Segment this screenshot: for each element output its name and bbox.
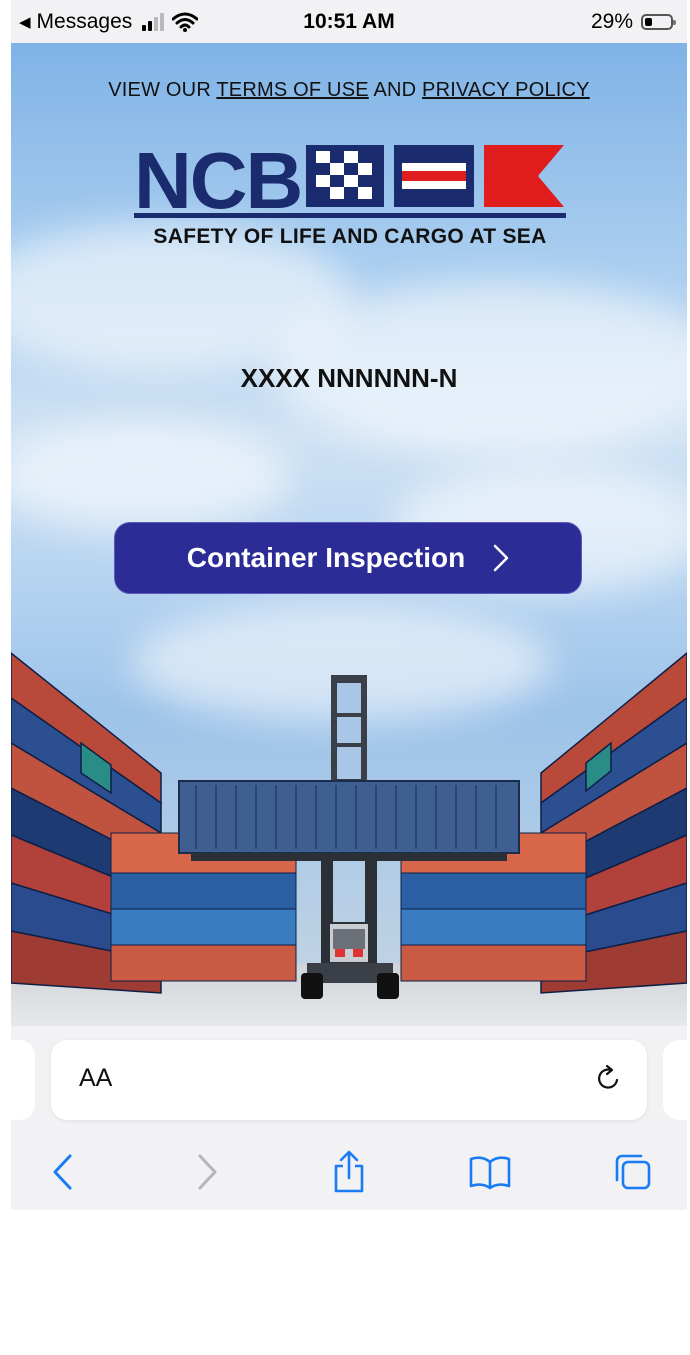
address-bar-area: AA: [11, 1026, 687, 1138]
forward-icon[interactable]: [183, 1148, 231, 1196]
status-bar: ◀ Messages 10:51 AM 29%: [11, 0, 687, 43]
tabs-icon[interactable]: [609, 1148, 657, 1196]
hero-background: VIEW OUR TERMS OF USE AND PRIVACY POLICY…: [11, 43, 687, 1026]
signal-flags-icon: [306, 145, 564, 207]
address-bar[interactable]: AA: [51, 1040, 647, 1120]
reload-icon[interactable]: [593, 1062, 625, 1094]
container-inspection-button[interactable]: Container Inspection: [114, 522, 582, 594]
battery-fill: [645, 18, 652, 26]
container-yard-image: [11, 652, 687, 1026]
share-icon[interactable]: [325, 1148, 373, 1196]
previous-tab-peek[interactable]: [11, 1040, 35, 1120]
cta-label: Container Inspection: [186, 542, 466, 573]
reader-button-label: AA: [79, 1064, 113, 1092]
back-icon[interactable]: [39, 1148, 87, 1196]
legal-prefix: VIEW OUR: [108, 79, 211, 101]
text-size-icon[interactable]: AA: [79, 1064, 112, 1093]
container-id: XXXX NNNNNN-N: [240, 363, 458, 393]
battery-icon: [641, 14, 676, 30]
browser-toolbar: [11, 1138, 687, 1210]
legal-and: AND: [373, 79, 417, 101]
ncb-logo: NCB SAFETY OF LIFE AND CARGO AT SEA: [134, 136, 566, 253]
battery-status: 29%: [590, 10, 676, 34]
phone-screen: ◀ Messages 10:51 AM 29% VIEW OUR TERMS O…: [11, 0, 687, 1210]
terms-of-use-link[interactable]: TERMS OF USE: [216, 79, 368, 101]
status-time: 10:51 AM: [303, 10, 395, 33]
bookmarks-icon[interactable]: [466, 1148, 514, 1196]
battery-percent: 29%: [590, 10, 633, 33]
logo-rule: [134, 213, 566, 218]
legal-notice: VIEW OUR TERMS OF USE AND PRIVACY POLICY: [11, 79, 687, 102]
privacy-policy-link[interactable]: PRIVACY POLICY: [422, 79, 590, 101]
logo-tagline: SAFETY OF LIFE AND CARGO AT SEA: [153, 225, 547, 248]
chevron-right-icon: [493, 544, 509, 572]
next-tab-peek[interactable]: [663, 1040, 687, 1120]
